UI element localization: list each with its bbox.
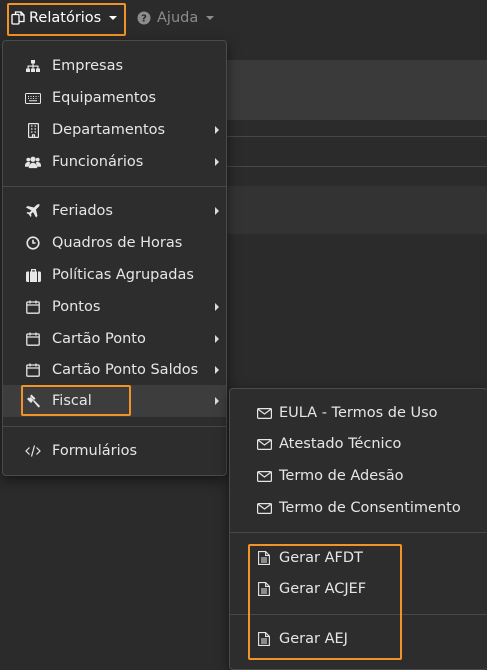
submenu-item-gerar-acjef[interactable]: Gerar ACJEF [230, 573, 487, 605]
file-text-icon [256, 550, 272, 566]
menu-item-funcionarios[interactable]: Funcionários [3, 146, 226, 178]
code-icon [25, 443, 41, 459]
background-panel [226, 186, 487, 234]
submenu-item-termo-de-adesao[interactable]: Termo de Adesão [230, 460, 487, 492]
menu-item-cartao-ponto-saldos[interactable]: Cartão Ponto Saldos [3, 354, 226, 386]
menu-item-label: Equipamentos [52, 90, 157, 106]
menu-item-label: Pontos [52, 299, 101, 315]
envelope-icon [256, 436, 272, 452]
menu-item-label: Formulários [52, 443, 138, 459]
chevron-right-icon [215, 126, 219, 134]
menu-item-label: Empresas [52, 58, 124, 74]
chevron-right-icon [215, 207, 219, 215]
envelope-icon [256, 468, 272, 484]
submenu-item-label: Atestado Técnico [279, 436, 402, 452]
menu-item-label: Políticas Agrupadas [52, 267, 194, 283]
reports-dropdown-menu: Empresas Equipamentos Departamentos Func… [2, 40, 227, 476]
submenu-item-gerar-afdt[interactable]: Gerar AFDT [230, 542, 487, 574]
submenu-item-label: Termo de Adesão [279, 468, 404, 484]
menu-item-label: Funcionários [52, 154, 144, 170]
submenu-item-gerar-aej[interactable]: Gerar AEJ [230, 623, 487, 655]
menu-item-label: Fiscal [52, 393, 92, 409]
envelope-icon [256, 405, 272, 421]
calendar-icon [25, 299, 41, 315]
submenu-item-atestado-tecnico[interactable]: Atestado Técnico [230, 428, 487, 460]
menu-item-quadros-de-horas[interactable]: Quadros de Horas [3, 227, 226, 259]
menu-item-pontos[interactable]: Pontos [3, 291, 226, 323]
menu-item-politicas-agrupadas[interactable]: Políticas Agrupadas [3, 259, 226, 291]
background-divider [226, 136, 487, 137]
chevron-down-icon [109, 16, 118, 20]
copy-icon [11, 11, 25, 25]
chevron-right-icon [215, 158, 219, 166]
help-menu-button[interactable]: ? Ajuda [137, 4, 215, 32]
envelope-icon [256, 500, 272, 516]
help-menu-label: Ajuda [157, 10, 199, 26]
background-panel [226, 60, 487, 120]
submenu-item-label: Gerar AFDT [279, 550, 363, 566]
reports-menu-label: Relatórios [29, 10, 102, 26]
menu-divider [230, 532, 487, 533]
file-text-icon [256, 631, 272, 647]
chevron-right-icon [215, 303, 219, 311]
keyboard-icon [25, 90, 41, 106]
menu-item-departamentos[interactable]: Departamentos [3, 114, 226, 146]
menu-item-label: Feriados [52, 203, 113, 219]
briefcase-icon [25, 267, 41, 283]
menu-item-formularios[interactable]: Formulários [3, 435, 226, 467]
question-circle-icon: ? [137, 11, 151, 25]
plane-icon [25, 203, 41, 219]
background-divider [226, 166, 487, 167]
menu-item-empresas[interactable]: Empresas [3, 50, 226, 82]
submenu-item-label: Termo de Consentimento [279, 500, 461, 516]
menu-divider [3, 186, 226, 187]
calendar-icon [25, 331, 41, 347]
menu-item-feriados[interactable]: Feriados [3, 195, 226, 227]
file-text-icon [256, 581, 272, 597]
gavel-icon [25, 393, 41, 409]
menu-item-label: Departamentos [52, 122, 166, 138]
submenu-item-label: Gerar AEJ [279, 631, 348, 647]
calendar-icon [25, 362, 41, 378]
menu-item-equipamentos[interactable]: Equipamentos [3, 82, 226, 114]
menu-divider [3, 426, 226, 427]
menu-item-label: Quadros de Horas [52, 235, 183, 251]
svg-text:?: ? [141, 14, 147, 25]
chevron-right-icon [215, 335, 219, 343]
chevron-right-icon [215, 366, 219, 374]
building-icon [25, 122, 41, 138]
submenu-item-eula[interactable]: EULA - Termos de Uso [230, 397, 487, 429]
menu-divider [230, 614, 487, 615]
sitemap-icon [25, 58, 41, 74]
chevron-right-icon [215, 397, 219, 405]
chevron-down-icon [206, 16, 215, 20]
top-navbar: Relatórios ? Ajuda [0, 0, 487, 38]
fiscal-submenu: EULA - Termos de Uso Atestado Técnico Te… [229, 388, 487, 670]
submenu-item-termo-de-consentimento[interactable]: Termo de Consentimento [230, 492, 487, 524]
menu-item-fiscal[interactable]: Fiscal [3, 385, 226, 417]
clock-icon [25, 235, 41, 251]
reports-menu-button[interactable]: Relatórios [8, 4, 121, 32]
users-icon [25, 154, 41, 170]
submenu-item-label: Gerar ACJEF [279, 581, 367, 597]
submenu-item-label: EULA - Termos de Uso [279, 405, 438, 421]
menu-item-label: Cartão Ponto Saldos [52, 362, 199, 378]
menu-item-label: Cartão Ponto [52, 331, 146, 347]
menu-item-cartao-ponto[interactable]: Cartão Ponto [3, 323, 226, 355]
